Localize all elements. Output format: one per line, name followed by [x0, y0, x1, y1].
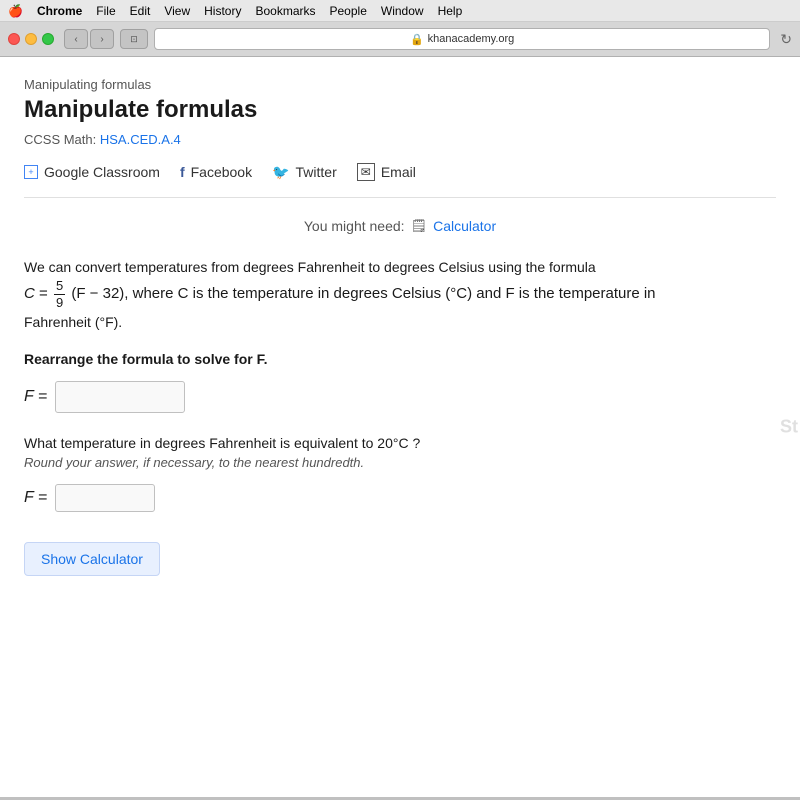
twitter-share[interactable]: 🐦 Twitter — [272, 164, 337, 181]
minimize-button[interactable] — [25, 33, 37, 45]
show-calculator-button[interactable]: Show Calculator — [24, 542, 160, 576]
twitter-icon: 🐦 — [272, 164, 289, 181]
menu-history[interactable]: History — [204, 4, 241, 18]
maximize-button[interactable] — [42, 33, 54, 45]
address-bar[interactable]: 🔒 khanacademy.org — [154, 28, 770, 50]
formula-end: Fahrenheit (°F). — [24, 314, 122, 330]
google-classroom-label: Google Classroom — [44, 164, 160, 180]
email-icon: ✉ — [357, 163, 375, 181]
tab-view-button[interactable]: ⊡ — [120, 29, 148, 49]
hint-text: Round your answer, if necessary, to the … — [24, 455, 776, 470]
calculator-note-text: You might need: — [304, 218, 405, 234]
traffic-lights — [8, 33, 54, 45]
right-sidebar-peek: St — [780, 417, 800, 438]
menu-edit[interactable]: Edit — [130, 4, 151, 18]
apple-menu[interactable]: 🍎 — [8, 4, 23, 18]
page-content: Manipulating formulas Manipulate formula… — [0, 57, 800, 797]
menu-view[interactable]: View — [164, 4, 190, 18]
share-bar: + Google Classroom f Facebook 🐦 Twitter … — [24, 163, 776, 198]
menu-window[interactable]: Window — [381, 4, 424, 18]
forward-button[interactable]: › — [90, 29, 114, 49]
google-classroom-icon: + — [24, 165, 38, 179]
rearrange-instruction: Rearrange the formula to solve for F. — [24, 351, 776, 367]
question-2: What temperature in degrees Fahrenheit i… — [24, 435, 776, 451]
refresh-icon[interactable]: ↻ — [780, 31, 792, 48]
calculator-note: You might need: 🗒 Calculator — [24, 218, 776, 234]
menu-help[interactable]: Help — [438, 4, 463, 18]
fraction-numerator: 5 — [54, 278, 65, 295]
f-label-2: F = — [24, 489, 47, 507]
second-answer-input[interactable] — [55, 484, 155, 512]
menu-file[interactable]: File — [96, 4, 115, 18]
formula-rest: (F − 32), where C is the temperature in … — [71, 285, 655, 302]
ccss-label: CCSS Math: HSA.CED.A.4 — [24, 132, 776, 147]
second-answer-row: F = — [24, 484, 776, 512]
problem-intro: We can convert temperatures from degrees… — [24, 259, 596, 275]
facebook-label: Facebook — [191, 164, 252, 180]
f-label-1: F = — [24, 388, 47, 406]
address-text: khanacademy.org — [428, 33, 515, 45]
email-label: Email — [381, 164, 416, 180]
twitter-label: Twitter — [296, 164, 337, 180]
problem-text: We can convert temperatures from degrees… — [24, 256, 776, 333]
close-button[interactable] — [8, 33, 20, 45]
facebook-share[interactable]: f Facebook — [180, 164, 252, 180]
calculator-label[interactable]: Calculator — [433, 218, 496, 234]
google-classroom-share[interactable]: + Google Classroom — [24, 164, 160, 180]
lock-icon: 🔒 — [410, 33, 424, 46]
menu-bar: 🍎 Chrome File Edit View History Bookmark… — [0, 0, 800, 22]
fraction-display: 5 9 — [54, 278, 65, 310]
menu-chrome[interactable]: Chrome — [37, 4, 82, 18]
breadcrumb: Manipulating formulas — [24, 77, 776, 92]
page-title: Manipulate formulas — [24, 96, 776, 124]
back-button[interactable]: ‹ — [64, 29, 88, 49]
ccss-link[interactable]: HSA.CED.A.4 — [100, 132, 181, 147]
first-answer-input[interactable] — [55, 381, 185, 413]
fraction-denominator: 9 — [54, 295, 65, 311]
facebook-icon: f — [180, 164, 185, 180]
first-answer-row: F = — [24, 381, 776, 413]
email-share[interactable]: ✉ Email — [357, 163, 416, 181]
calculator-icon: 🗒 — [411, 218, 428, 234]
menu-people[interactable]: People — [330, 4, 367, 18]
browser-chrome: ‹ › ⊡ 🔒 khanacademy.org ↻ — [0, 22, 800, 57]
menu-bookmarks[interactable]: Bookmarks — [255, 4, 315, 18]
